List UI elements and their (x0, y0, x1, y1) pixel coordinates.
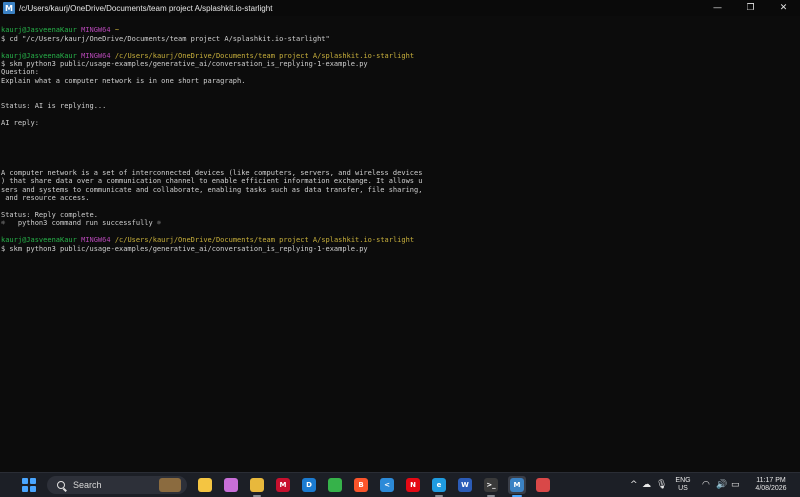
copilot-icon[interactable] (222, 476, 240, 494)
wifi-icon[interactable]: ◠ (702, 480, 710, 490)
prompt-host: MINGW64 (81, 51, 111, 60)
prompt-user: kaurj@JasveenaKaur (1, 26, 77, 35)
folder-icon[interactable] (248, 476, 266, 494)
battery-icon[interactable]: ▭ (731, 480, 740, 490)
folder-glyph (250, 478, 264, 492)
netflix-icon[interactable]: N (404, 476, 422, 494)
brave-glyph: B (354, 478, 368, 492)
vscode-icon[interactable]: < (378, 476, 396, 494)
region-code: US (678, 485, 688, 492)
vscode-glyph: < (380, 478, 394, 492)
circle-app-icon[interactable] (326, 476, 344, 494)
snipping-icon[interactable] (534, 476, 552, 494)
brave-icon[interactable]: B (352, 476, 370, 494)
language-indicator[interactable]: ENG US (672, 477, 694, 493)
language-code: ENG (675, 477, 691, 484)
file-explorer-glyph (198, 478, 212, 492)
prompt-host: MINGW64 (81, 236, 111, 245)
window-title: /c/Users/kaurj/OneDrive/Documents/team p… (19, 3, 273, 13)
terminal-glyph: >_ (484, 478, 498, 492)
terminal-icon[interactable]: >_ (482, 476, 500, 494)
clock-time: 11:17 PM (756, 477, 786, 484)
status-complete: Status: Reply complete. (1, 210, 98, 219)
cloud-icon[interactable]: ☁ (642, 480, 651, 490)
window-titlebar[interactable]: M /c/Users/kaurj/OneDrive/Documents/team… (0, 0, 800, 16)
command-line: $ skm python3 public/usage-examples/gene… (1, 59, 368, 68)
prompt-user: kaurj@JasveenaKaur (1, 51, 77, 60)
edge-icon[interactable]: e (430, 476, 448, 494)
prompt-host: MINGW64 (81, 26, 111, 35)
prompt-line: kaurj@JasveenaKaur MINGW64 /c/Users/kaur… (0, 236, 800, 244)
microphone-icon[interactable]: 🎙 (656, 480, 667, 490)
terminal-output[interactable]: kaurj@JasveenaKaur MINGW64 ~ $ cd "/c/Us… (0, 18, 800, 470)
search-highlight-image (159, 478, 181, 492)
close-button[interactable]: ✕ (767, 0, 800, 16)
windows-start-icon[interactable] (22, 478, 36, 492)
mingw-app-icon: M (3, 2, 15, 14)
chevron-up-icon[interactable]: ^ (630, 480, 638, 490)
mingw-icon[interactable]: M (508, 476, 526, 494)
dell-glyph: D (302, 478, 316, 492)
netflix-glyph: N (406, 478, 420, 492)
circle-app-glyph (328, 478, 342, 492)
reply-line: ) that share data over a communication c… (1, 177, 423, 186)
taskbar: Search M D B < Ne W >_ M ^ ☁ 🎙 ENG US ◠ 🔊 ▭ 11:… (0, 472, 800, 497)
dell-icon[interactable]: D (300, 476, 318, 494)
search-placeholder: Search (73, 480, 102, 490)
status-replying: Status: AI is replying... (1, 101, 107, 110)
prompt-line: kaurj@JasveenaKaur MINGW64 ~ (0, 26, 800, 34)
maximize-button[interactable]: ❐ (734, 0, 767, 16)
window-controls: — ❐ ✕ (701, 0, 800, 16)
prompt-line: kaurj@JasveenaKaur MINGW64 /c/Users/kaur… (0, 52, 800, 60)
word-icon[interactable]: W (456, 476, 474, 494)
prompt-path: /c/Users/kaurj/OneDrive/Documents/team p… (114, 51, 415, 60)
reply-line: sers and systems to communicate and coll… (1, 185, 423, 194)
volume-icon[interactable]: 🔊 (716, 480, 727, 490)
command-line: $ cd "/c/Users/kaurj/OneDrive/Documents/… (1, 34, 330, 43)
question-label: Question: (1, 68, 39, 77)
mingw-glyph: M (510, 478, 524, 492)
minimize-button[interactable]: — (701, 0, 734, 16)
ai-reply-label: AI reply: (1, 118, 39, 127)
file-explorer-icon[interactable] (196, 476, 214, 494)
success-message: ☼ python3 command run successfully ☼ (1, 219, 162, 228)
reply-line: and resource access. (1, 194, 90, 203)
mcafee-glyph: M (276, 478, 290, 492)
copilot-glyph (224, 478, 238, 492)
clock[interactable]: 11:17 PM 4/08/2026 (748, 477, 794, 493)
reply-line: A computer network is a set of interconn… (1, 169, 423, 178)
word-glyph: W (458, 478, 472, 492)
taskbar-search[interactable]: Search (47, 476, 187, 494)
edge-glyph: e (432, 478, 446, 492)
clock-date: 4/08/2026 (755, 485, 787, 492)
command-line: $ skm python3 public/usage-examples/gene… (1, 244, 368, 253)
search-icon (57, 481, 65, 489)
mcafee-icon[interactable]: M (274, 476, 292, 494)
snipping-glyph (536, 478, 550, 492)
prompt-path: /c/Users/kaurj/OneDrive/Documents/team p… (114, 236, 415, 245)
prompt-user: kaurj@JasveenaKaur (1, 236, 77, 245)
question-text: Explain what a computer network is in on… (1, 76, 246, 85)
prompt-path: ~ (114, 26, 120, 35)
